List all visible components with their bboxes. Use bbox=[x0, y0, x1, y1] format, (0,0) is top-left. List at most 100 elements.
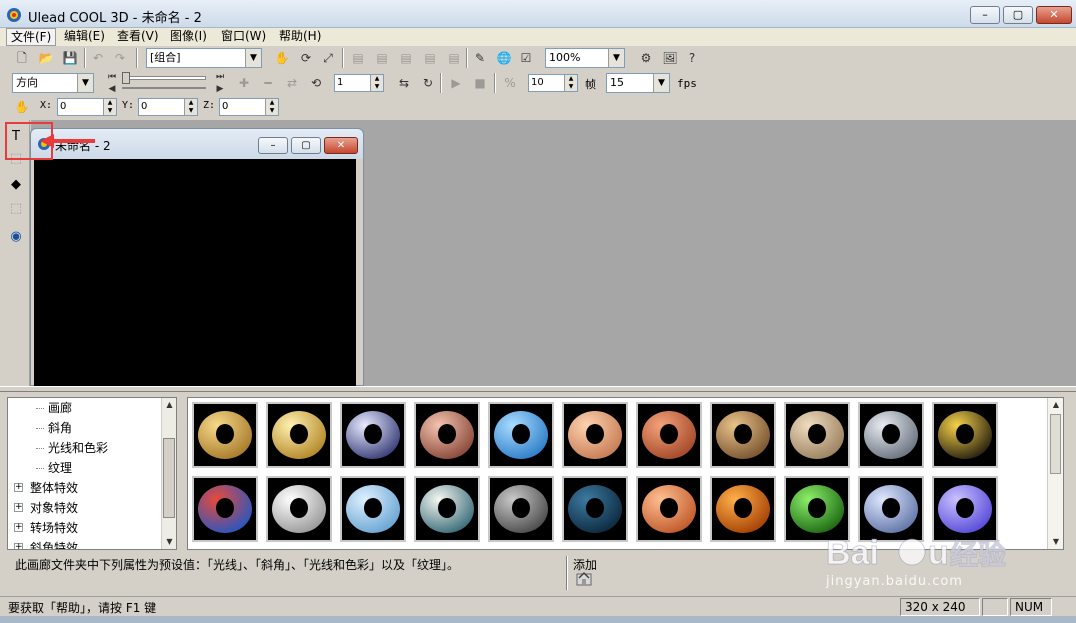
first-key-icon[interactable]: ⏮ bbox=[104, 71, 120, 83]
reverse-key-icon[interactable]: ⇄ bbox=[282, 73, 302, 93]
undo-icon[interactable]: ↶ bbox=[88, 48, 108, 68]
gallery-thumbnail-blue-stone[interactable] bbox=[488, 402, 554, 468]
rotate-object-icon[interactable]: ⟳ bbox=[296, 48, 316, 68]
gallery-thumbnail-chrome-blue[interactable] bbox=[340, 402, 406, 468]
chevron-down-icon[interactable]: ▼ bbox=[608, 49, 624, 67]
insert-geometry-icon[interactable]: ◆ bbox=[7, 176, 25, 194]
zoom-select[interactable]: 100% ▼ bbox=[545, 48, 625, 68]
expand-icon[interactable]: + bbox=[14, 543, 23, 549]
menu-edit[interactable]: 编辑(E) bbox=[60, 28, 109, 46]
close-button[interactable]: ✕ bbox=[1036, 6, 1072, 24]
direction-select[interactable]: 方向 ▼ bbox=[12, 73, 94, 93]
gallery-thumbnail-gold-matte[interactable] bbox=[192, 402, 258, 468]
export-image-icon[interactable]: 🖼 bbox=[660, 48, 680, 68]
spin-arrows-icon[interactable]: ▲ ▼ bbox=[564, 75, 577, 91]
expand-icon[interactable]: + bbox=[14, 483, 23, 492]
scroll-down-icon[interactable]: ▼ bbox=[162, 535, 176, 549]
spin-arrows-icon[interactable]: ▲ ▼ bbox=[184, 99, 197, 115]
expand-icon[interactable]: + bbox=[14, 523, 23, 532]
gallery-thumbnail-white-teal[interactable] bbox=[414, 476, 480, 542]
checkbox-icon[interactable]: ☑ bbox=[516, 48, 536, 68]
insert-object-icon[interactable]: ◉ bbox=[7, 228, 25, 246]
remove-key-icon[interactable]: ━ bbox=[258, 73, 278, 93]
panel-splitter[interactable] bbox=[0, 386, 1076, 392]
menu-help[interactable]: 帮助(H) bbox=[275, 28, 325, 46]
last-key-icon[interactable]: ⏭ bbox=[212, 71, 228, 83]
scroll-up-icon[interactable]: ▲ bbox=[1048, 398, 1063, 412]
menu-view[interactable]: 查看(V) bbox=[113, 28, 163, 46]
align-right-icon[interactable]: ▤ bbox=[396, 48, 416, 68]
percent-icon[interactable]: % bbox=[500, 73, 520, 93]
align-left-icon[interactable]: ▤ bbox=[348, 48, 368, 68]
spin-arrows-icon[interactable]: ▲ ▼ bbox=[265, 99, 278, 115]
gallery-thumbnail-silver-mesh[interactable] bbox=[858, 402, 924, 468]
render-canvas[interactable] bbox=[34, 159, 356, 387]
loop-back-icon[interactable]: ⇆ bbox=[394, 73, 414, 93]
scroll-up-icon[interactable]: ▲ bbox=[162, 398, 176, 412]
frames-spin[interactable]: 10 ▲ ▼ bbox=[528, 74, 578, 92]
align-bottom-icon[interactable]: ▤ bbox=[444, 48, 464, 68]
object-group-select[interactable]: [组合] ▼ bbox=[146, 48, 262, 68]
gallery-thumbnail-tan-marble[interactable] bbox=[710, 402, 776, 468]
z-spin[interactable]: 0 ▲ ▼ bbox=[219, 98, 279, 116]
prev-key-icon[interactable]: ◀ bbox=[104, 83, 120, 95]
y-spin[interactable]: 0 ▲ ▼ bbox=[138, 98, 198, 116]
paint-icon[interactable]: ✎ bbox=[470, 48, 490, 68]
gallery-thumbnail-grey-dots[interactable] bbox=[488, 476, 554, 542]
position-tool-icon[interactable]: ✋ bbox=[12, 97, 32, 117]
gallery-thumbnail-white-stone[interactable] bbox=[266, 476, 332, 542]
spin-arrows-icon[interactable]: ▲ ▼ bbox=[370, 75, 383, 91]
doc-close-button[interactable]: ✕ bbox=[324, 137, 358, 154]
menu-window[interactable]: 窗口(W) bbox=[217, 28, 270, 46]
resize-object-icon[interactable]: ⤢ bbox=[318, 48, 338, 68]
gallery-thumbnail-gold-spots[interactable] bbox=[932, 402, 998, 468]
tree-scrollbar[interactable]: ▲ ▼ bbox=[161, 398, 176, 549]
ping-pong-icon[interactable]: ↻ bbox=[418, 73, 438, 93]
maximize-button[interactable]: ▢ bbox=[1003, 6, 1033, 24]
stop-icon[interactable]: ■ bbox=[470, 73, 490, 93]
frame-spin[interactable]: 1 ▲ ▼ bbox=[334, 74, 384, 92]
web-globe-icon[interactable]: 🌐 bbox=[494, 48, 514, 68]
x-spin[interactable]: 0 ▲ ▼ bbox=[57, 98, 117, 116]
gallery-thumbnail-stained-glass[interactable] bbox=[192, 476, 258, 542]
gallery-thumbnail-peach-satin[interactable] bbox=[636, 476, 702, 542]
cool3d-app-icon[interactable] bbox=[6, 7, 22, 23]
align-center-icon[interactable]: ▤ bbox=[372, 48, 392, 68]
tree-scroll-thumb[interactable] bbox=[163, 438, 175, 518]
chevron-down-icon[interactable]: ▼ bbox=[245, 49, 261, 67]
gallery-thumbnail-orange-texture[interactable] bbox=[636, 402, 702, 468]
gallery-thumbnail-copper[interactable] bbox=[414, 402, 480, 468]
gallery-thumbnail-bumpy-beige[interactable] bbox=[784, 402, 850, 468]
timeline-slider-thumb[interactable] bbox=[122, 72, 130, 84]
gallery-thumbnail-orange-gradient[interactable] bbox=[710, 476, 776, 542]
loop-icon[interactable]: ⟲ bbox=[306, 73, 326, 93]
gallery-scroll-thumb[interactable] bbox=[1050, 414, 1061, 474]
scroll-down-icon[interactable]: ▼ bbox=[1048, 535, 1063, 549]
gallery-thumbnail-sky-cloud[interactable] bbox=[340, 476, 406, 542]
doc-maximize-button[interactable]: ▢ bbox=[291, 137, 321, 154]
redo-icon[interactable]: ↷ bbox=[110, 48, 130, 68]
edit-geometry-icon[interactable]: ⬚ bbox=[7, 200, 25, 218]
timeline-slider[interactable] bbox=[122, 76, 206, 80]
spin-arrows-icon[interactable]: ▲ ▼ bbox=[103, 99, 116, 115]
next-key-icon[interactable]: ▶ bbox=[212, 83, 228, 95]
play-icon[interactable]: ▶ bbox=[446, 73, 466, 93]
new-file-icon[interactable]: 🗋 bbox=[12, 48, 32, 68]
context-help-icon[interactable]: ? bbox=[682, 48, 702, 68]
chevron-down-icon[interactable]: ▼ bbox=[653, 74, 669, 92]
menu-image[interactable]: 图像(I) bbox=[166, 28, 211, 46]
gallery-thumbnail-gold-shiny[interactable] bbox=[266, 402, 332, 468]
expand-icon[interactable]: + bbox=[14, 503, 23, 512]
open-folder-icon[interactable]: 📂 bbox=[36, 48, 56, 68]
doc-minimize-button[interactable]: – bbox=[258, 137, 288, 154]
hand-move-icon[interactable]: ✋ bbox=[272, 48, 292, 68]
object-manager-icon[interactable]: ⚙ bbox=[636, 48, 656, 68]
gallery-thumbnail-peach-ring[interactable] bbox=[562, 402, 628, 468]
gallery-scrollbar[interactable]: ▲ ▼ bbox=[1047, 398, 1063, 549]
save-icon[interactable]: 💾 bbox=[60, 48, 80, 68]
fps-select[interactable]: 15 ▼ bbox=[606, 73, 670, 93]
add-to-gallery-icon[interactable] bbox=[576, 570, 592, 586]
align-top-icon[interactable]: ▤ bbox=[420, 48, 440, 68]
add-key-icon[interactable]: ✚ bbox=[234, 73, 254, 93]
menu-file[interactable]: 文件(F) bbox=[6, 28, 57, 46]
